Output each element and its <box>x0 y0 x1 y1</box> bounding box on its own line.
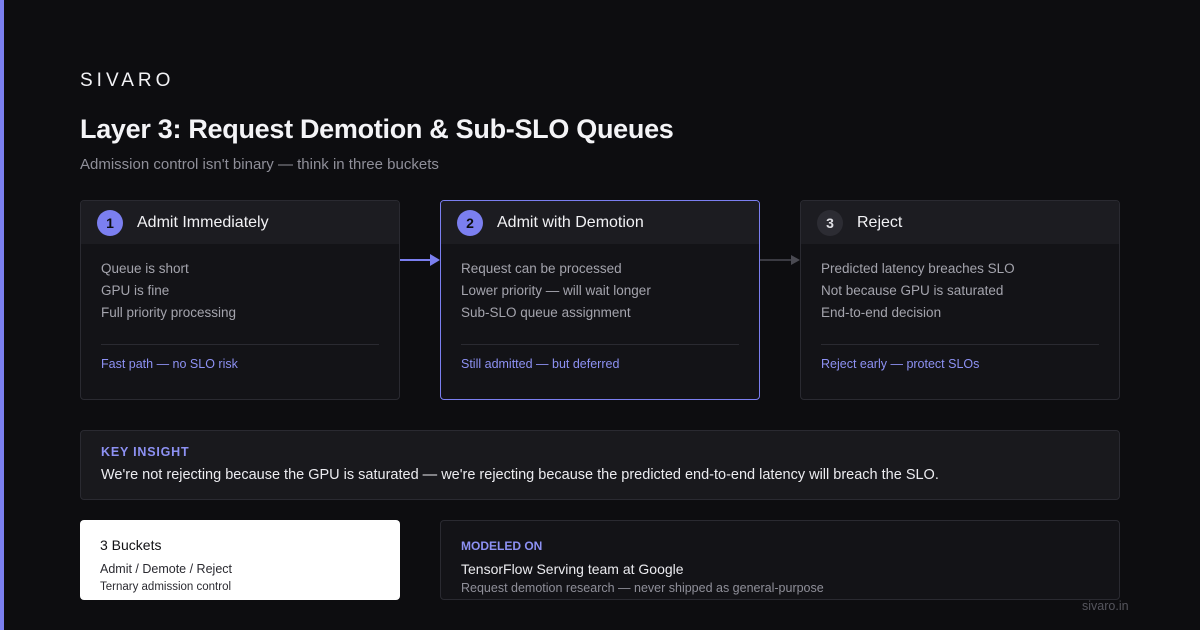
bucket-condition: Lower priority — will wait longer <box>461 283 651 298</box>
flow-arrow-icon <box>760 255 800 265</box>
bucket-title: Reject <box>857 213 903 231</box>
page-title: Layer 3: Request Demotion & Sub-SLO Queu… <box>80 114 674 144</box>
bucket-number-badge: 1 <box>97 209 123 236</box>
summary-line: Admit / Demote / Reject <box>100 562 232 576</box>
bucket-footer: Reject early — protect SLOs <box>821 357 980 371</box>
bucket-number-badge: 3 <box>817 209 843 236</box>
bucket-title: Admit with Demotion <box>497 213 644 231</box>
bucket-footer: Still admitted — but deferred <box>461 357 620 371</box>
flow-arrow-icon <box>400 254 440 266</box>
bucket-condition: GPU is fine <box>101 283 170 298</box>
bucket-card-header: 1 Admit Immediately <box>81 201 399 244</box>
brand-logo: SIVARO <box>80 70 175 91</box>
bucket-condition: Request can be processed <box>461 261 622 276</box>
bucket-condition: End-to-end decision <box>821 305 942 320</box>
bucket-divider <box>461 344 739 345</box>
bucket-condition: Predicted latency breaches SLO <box>821 261 1015 276</box>
bucket-condition: Not because GPU is saturated <box>821 283 1004 298</box>
bucket-card-admit: 1 Admit Immediately Queue is short GPU i… <box>80 200 400 400</box>
bucket-card-demote: 2 Admit with Demotion Request can be pro… <box>440 200 760 400</box>
bucket-card-header: 3 Reject <box>801 201 1119 244</box>
insight-label: KEY INSIGHT <box>101 445 190 459</box>
modeled-on-title: TensorFlow Serving team at Google <box>461 561 684 577</box>
buckets-summary-card: 3 Buckets Admit / Demote / Reject Ternar… <box>80 520 400 600</box>
bucket-condition: Queue is short <box>101 261 189 276</box>
modeled-on-card: MODELED ON TensorFlow Serving team at Go… <box>440 520 1120 600</box>
bucket-footer: Fast path — no SLO risk <box>101 357 238 371</box>
summary-title: 3 Buckets <box>100 537 162 553</box>
bucket-divider <box>101 344 379 345</box>
bucket-number-badge: 2 <box>457 209 483 236</box>
bucket-title: Admit Immediately <box>137 213 269 231</box>
bucket-card-header: 2 Admit with Demotion <box>441 201 759 244</box>
page-subtitle: Admission control isn't binary — think i… <box>80 156 439 173</box>
bucket-condition: Sub-SLO queue assignment <box>461 305 631 320</box>
key-insight-panel: KEY INSIGHT We're not rejecting because … <box>80 430 1120 500</box>
summary-subtext: Ternary admission control <box>100 581 232 593</box>
insight-text: We're not rejecting because the GPU is s… <box>101 467 939 483</box>
footer-url: sivaro.in <box>1082 599 1129 613</box>
modeled-on-subtext: Request demotion research — never shippe… <box>461 581 824 595</box>
modeled-on-label: MODELED ON <box>461 539 543 553</box>
bucket-condition: Full priority processing <box>101 305 237 320</box>
bucket-divider <box>821 344 1099 345</box>
bucket-card-reject: 3 Reject Predicted latency breaches SLO … <box>800 200 1120 400</box>
accent-bar <box>0 0 4 630</box>
